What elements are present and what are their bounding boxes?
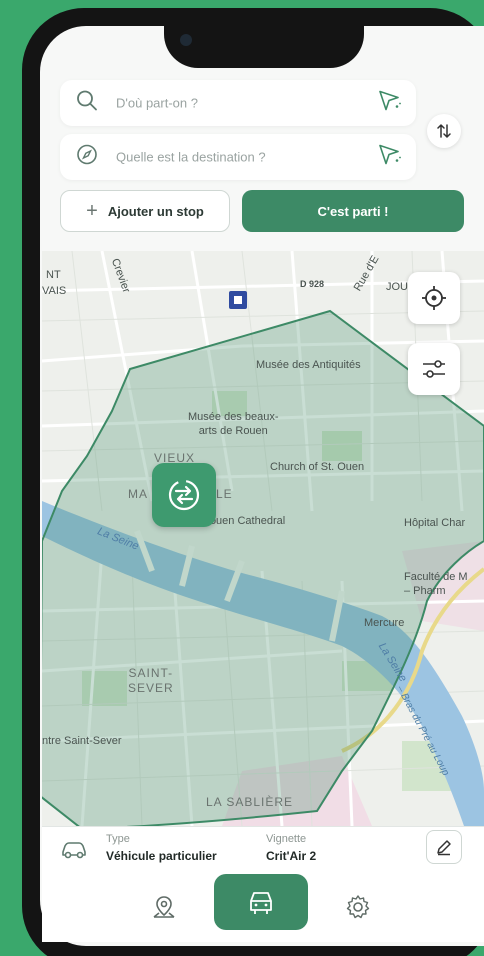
- sliders-icon: [423, 360, 445, 378]
- car-front-icon: [250, 892, 272, 914]
- map-label: D 928: [300, 279, 325, 289]
- map-label: VAIS: [42, 285, 67, 297]
- tab-settings[interactable]: [332, 886, 384, 928]
- district-label: LE: [216, 487, 233, 501]
- faculty-label: Faculté de M – Pharm: [404, 571, 468, 597]
- map-pin-icon: [153, 896, 175, 918]
- hospital-label: Hôpital Char: [404, 517, 466, 529]
- route-swap-icon: [168, 479, 200, 511]
- locate-me-icon[interactable]: [378, 144, 402, 171]
- map-label: JOU: [386, 281, 408, 293]
- church-label: Church of St. Ouen: [270, 461, 365, 473]
- destination-field[interactable]: Quelle est la destination ?: [60, 134, 416, 180]
- locate-me-icon[interactable]: [378, 90, 402, 117]
- district-label: LA SABLIÈRE: [206, 795, 294, 809]
- zone-marker[interactable]: [152, 463, 216, 527]
- swap-arrows-icon: [437, 124, 451, 138]
- crosshair-icon: [422, 286, 446, 310]
- car-icon: [60, 839, 88, 864]
- destination-placeholder: Quelle est la destination ?: [116, 149, 266, 165]
- edit-vehicle-button[interactable]: [426, 830, 462, 864]
- filters-button[interactable]: [408, 343, 460, 395]
- vehicle-summary: Type Véhicule particulier Vignette Crit'…: [42, 826, 484, 872]
- recenter-button[interactable]: [408, 272, 460, 324]
- origin-placeholder: D'où part-on ?: [116, 95, 198, 111]
- museum-beaux-arts-label: Musée des beaux- arts de Rouen: [188, 411, 279, 437]
- camera-icon: [180, 34, 192, 46]
- go-button[interactable]: C'est parti !: [242, 190, 464, 232]
- mall-label: ntre Saint-Sever: [42, 735, 122, 747]
- add-stop-label: Ajouter un stop: [107, 203, 204, 219]
- tab-map[interactable]: [138, 886, 190, 928]
- hotel-label: Mercure: [364, 617, 405, 629]
- vehicle-type-value: Véhicule particulier: [106, 849, 217, 863]
- add-stop-button[interactable]: + Ajouter un stop: [60, 190, 230, 232]
- district-label: MA: [128, 487, 148, 501]
- map-label: NT: [46, 269, 61, 281]
- search-icon: [76, 90, 98, 117]
- phone-notch: [164, 8, 364, 68]
- compass-icon: [76, 144, 98, 171]
- bottom-tab-bar: [42, 872, 484, 942]
- vehicle-type-label: Type: [106, 833, 130, 845]
- district-label: SAINT- SEVER: [128, 666, 174, 695]
- vignette-value: Crit'Air 2: [266, 849, 317, 863]
- tab-vehicle[interactable]: [214, 874, 308, 930]
- plus-icon: +: [86, 200, 98, 222]
- vignette-label: Vignette: [266, 833, 307, 845]
- swap-button[interactable]: [427, 114, 461, 148]
- map-view[interactable]: NT VAIS Crevier D 928 Rue d'E JOU Musée …: [42, 251, 484, 826]
- gear-icon: [346, 895, 370, 919]
- origin-field[interactable]: D'où part-on ?: [60, 80, 416, 126]
- museum-antiquites-label: Musée des Antiquités: [256, 359, 361, 371]
- pencil-icon: [437, 840, 451, 856]
